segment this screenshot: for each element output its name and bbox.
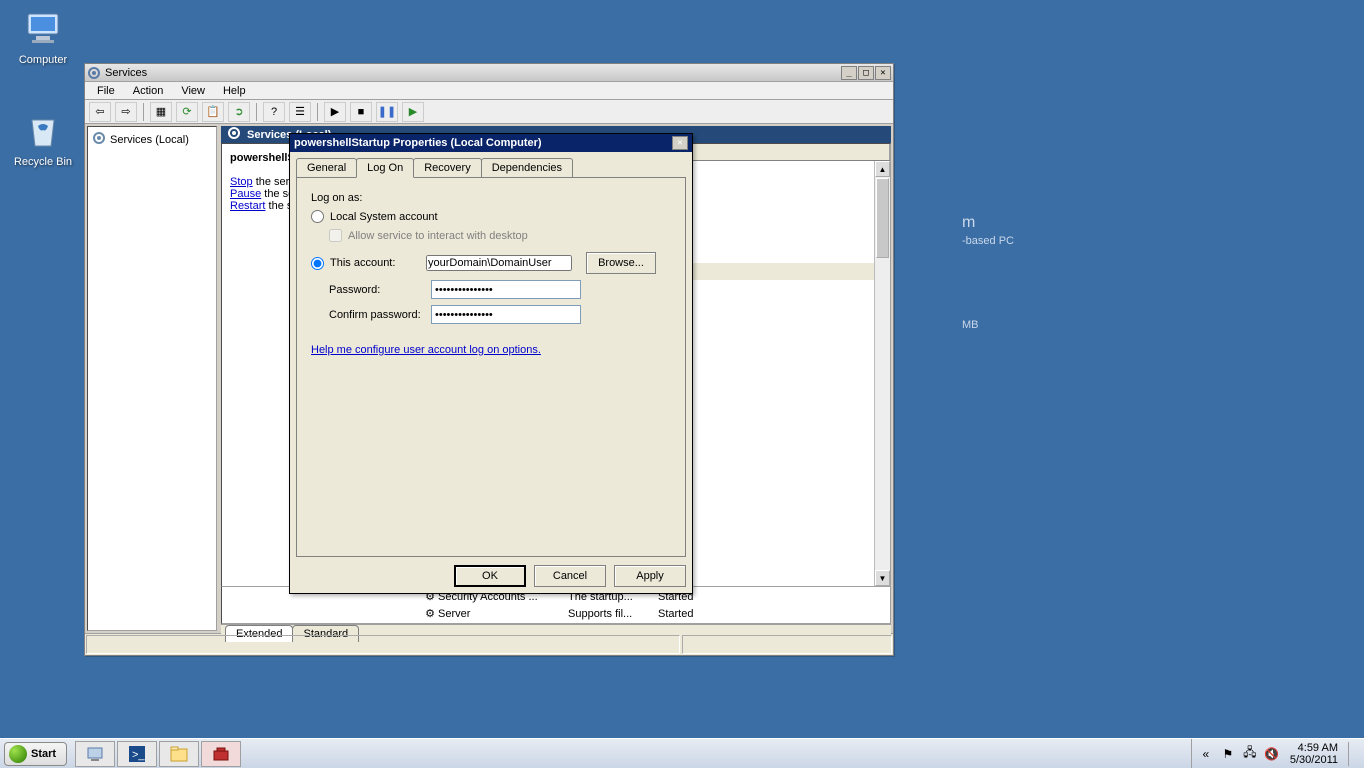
quick-launch: >_ — [75, 741, 241, 767]
minimize-button[interactable]: _ — [841, 66, 857, 80]
ql-powershell[interactable]: >_ — [117, 741, 157, 767]
menu-view[interactable]: View — [173, 83, 213, 99]
recycle-bin-icon — [22, 110, 64, 152]
scrollbar[interactable]: ▲ ▼ — [874, 161, 890, 586]
dialog-titlebar[interactable]: powershellStartup Properties (Local Comp… — [290, 134, 692, 152]
dialog-panel-logon: Log on as: Local System account Allow se… — [296, 177, 686, 557]
system-tray: « ⚑ 🖧 🔇 4:59 AM 5/30/2011 — [1191, 739, 1364, 768]
clock[interactable]: 4:59 AM 5/30/2011 — [1286, 742, 1342, 766]
start-button[interactable]: Start — [4, 742, 67, 766]
menu-action[interactable]: Action — [125, 83, 172, 99]
windows-orb-icon — [9, 745, 27, 763]
stop-link[interactable]: Stop — [230, 176, 253, 188]
show-desktop-button[interactable] — [1348, 742, 1358, 766]
tab-recovery[interactable]: Recovery — [413, 158, 481, 177]
desktop-icon-label: Recycle Bin — [14, 156, 72, 168]
desktop-icon-recycle-bin[interactable]: Recycle Bin — [8, 110, 78, 168]
restart-link[interactable]: Restart — [230, 200, 265, 212]
tab-logon[interactable]: Log On — [356, 158, 414, 178]
gear-icon: ⚙ — [422, 607, 438, 620]
restart-service-button[interactable]: ▶ — [402, 102, 424, 122]
dialog-tabs: General Log On Recovery Dependencies — [296, 158, 686, 177]
network-icon[interactable]: 🖧 — [1242, 746, 1258, 762]
gear-icon — [92, 131, 106, 148]
help-link[interactable]: Help me configure user account log on op… — [311, 344, 541, 356]
confirm-password-label: Confirm password: — [329, 309, 431, 321]
tree-node-services-local[interactable]: Services (Local) — [92, 131, 212, 148]
apply-button[interactable]: Apply — [614, 565, 686, 587]
scroll-thumb[interactable] — [876, 178, 889, 258]
tab-general[interactable]: General — [296, 158, 357, 177]
flag-icon[interactable]: ⚑ — [1220, 746, 1236, 762]
ql-explorer[interactable] — [159, 741, 199, 767]
scroll-up-button[interactable]: ▲ — [875, 161, 890, 177]
close-button[interactable]: ✕ — [875, 66, 891, 80]
svg-text:>_: >_ — [132, 749, 145, 761]
volume-icon[interactable]: 🔇 — [1264, 746, 1280, 762]
radio-local-system[interactable] — [311, 210, 324, 223]
password-label: Password: — [329, 284, 431, 296]
back-button[interactable]: ⇦ — [89, 102, 111, 122]
window-title: Services — [105, 67, 841, 79]
dialog-title: powershellStartup Properties (Local Comp… — [294, 137, 672, 149]
properties-dialog: powershellStartup Properties (Local Comp… — [289, 133, 693, 594]
tray-expand-icon[interactable]: « — [1198, 746, 1214, 762]
checkbox-allow-interact — [329, 229, 342, 242]
taskbar: Start >_ « ⚑ 🖧 🔇 4:59 AM 5/30/2011 — [0, 738, 1364, 768]
ql-toolbox[interactable] — [201, 741, 241, 767]
desktop-icon-label: Computer — [19, 54, 67, 66]
titlebar[interactable]: Services _ □ ✕ — [85, 64, 893, 82]
gear-icon — [227, 126, 241, 143]
radio-this-account[interactable] — [311, 257, 324, 270]
account-input[interactable] — [426, 255, 572, 271]
maximize-button[interactable]: □ — [858, 66, 874, 80]
pause-link[interactable]: Pause — [230, 188, 261, 200]
desktop-watermark: m -based PC MB — [962, 214, 1014, 334]
pause-service-button[interactable]: ❚❚ — [376, 102, 398, 122]
menu-file[interactable]: File — [89, 83, 123, 99]
stop-service-button[interactable]: ■ — [350, 102, 372, 122]
services-icon — [87, 66, 101, 80]
ok-button[interactable]: OK — [454, 565, 526, 587]
scroll-down-button[interactable]: ▼ — [875, 570, 890, 586]
menubar: File Action View Help — [85, 82, 893, 100]
start-service-button[interactable]: ▶ — [324, 102, 346, 122]
desktop-icon-computer[interactable]: Computer — [8, 8, 78, 66]
list-button[interactable]: ☰ — [289, 102, 311, 122]
password-input[interactable] — [431, 280, 581, 299]
cancel-button[interactable]: Cancel — [534, 565, 606, 587]
logon-as-label: Log on as: — [311, 192, 671, 204]
forward-button[interactable]: ⇨ — [115, 102, 137, 122]
menu-help[interactable]: Help — [215, 83, 254, 99]
ql-server-manager[interactable] — [75, 741, 115, 767]
browse-button[interactable]: Browse... — [586, 252, 656, 274]
refresh-button[interactable]: ⟳ — [176, 102, 198, 122]
dialog-close-button[interactable]: ✕ — [672, 136, 688, 150]
export-button[interactable]: 📋 — [202, 102, 224, 122]
tab-dependencies[interactable]: Dependencies — [481, 158, 573, 177]
toolbar: ⇦ ⇨ ▦ ⟳ 📋 ➲ ? ☰ ▶ ■ ❚❚ ▶ — [85, 100, 893, 124]
confirm-password-input[interactable] — [431, 305, 581, 324]
tree-pane: Services (Local) — [87, 126, 217, 631]
properties-button[interactable]: ➲ — [228, 102, 250, 122]
help-button[interactable]: ? — [263, 102, 285, 122]
statusbar — [85, 633, 893, 655]
computer-icon — [22, 8, 64, 50]
show-hide-button[interactable]: ▦ — [150, 102, 172, 122]
